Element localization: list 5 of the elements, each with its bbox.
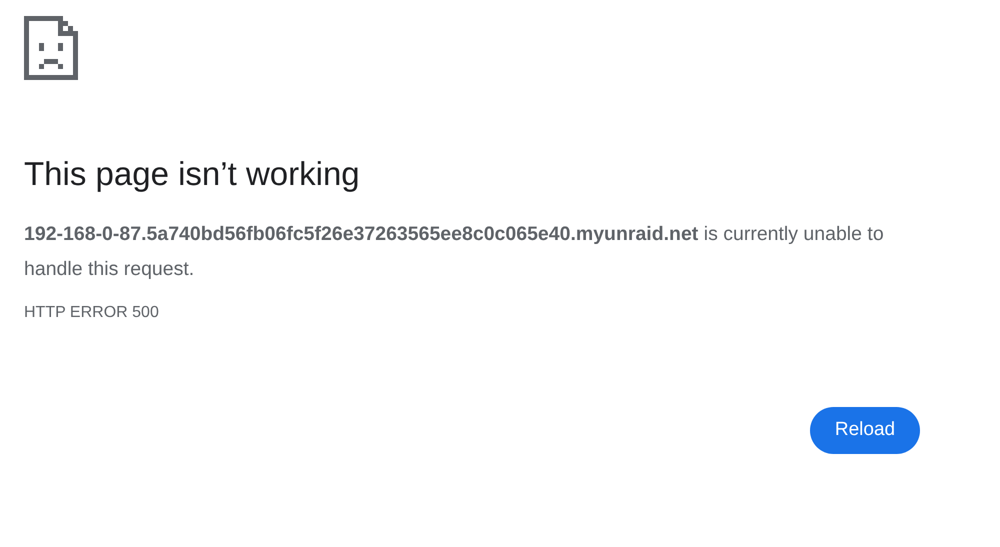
reload-button[interactable]: Reload (810, 407, 920, 454)
error-title: This page isn’t working (24, 154, 361, 194)
sad-page-icon (24, 16, 78, 80)
error-code: HTTP ERROR 500 (24, 303, 160, 323)
error-message: 192-168-0-87.5a740bd56fb06fc5f26e37263565ee8c0c065e40.myunraid.net is currently unable to handle this request. (24, 222, 885, 282)
